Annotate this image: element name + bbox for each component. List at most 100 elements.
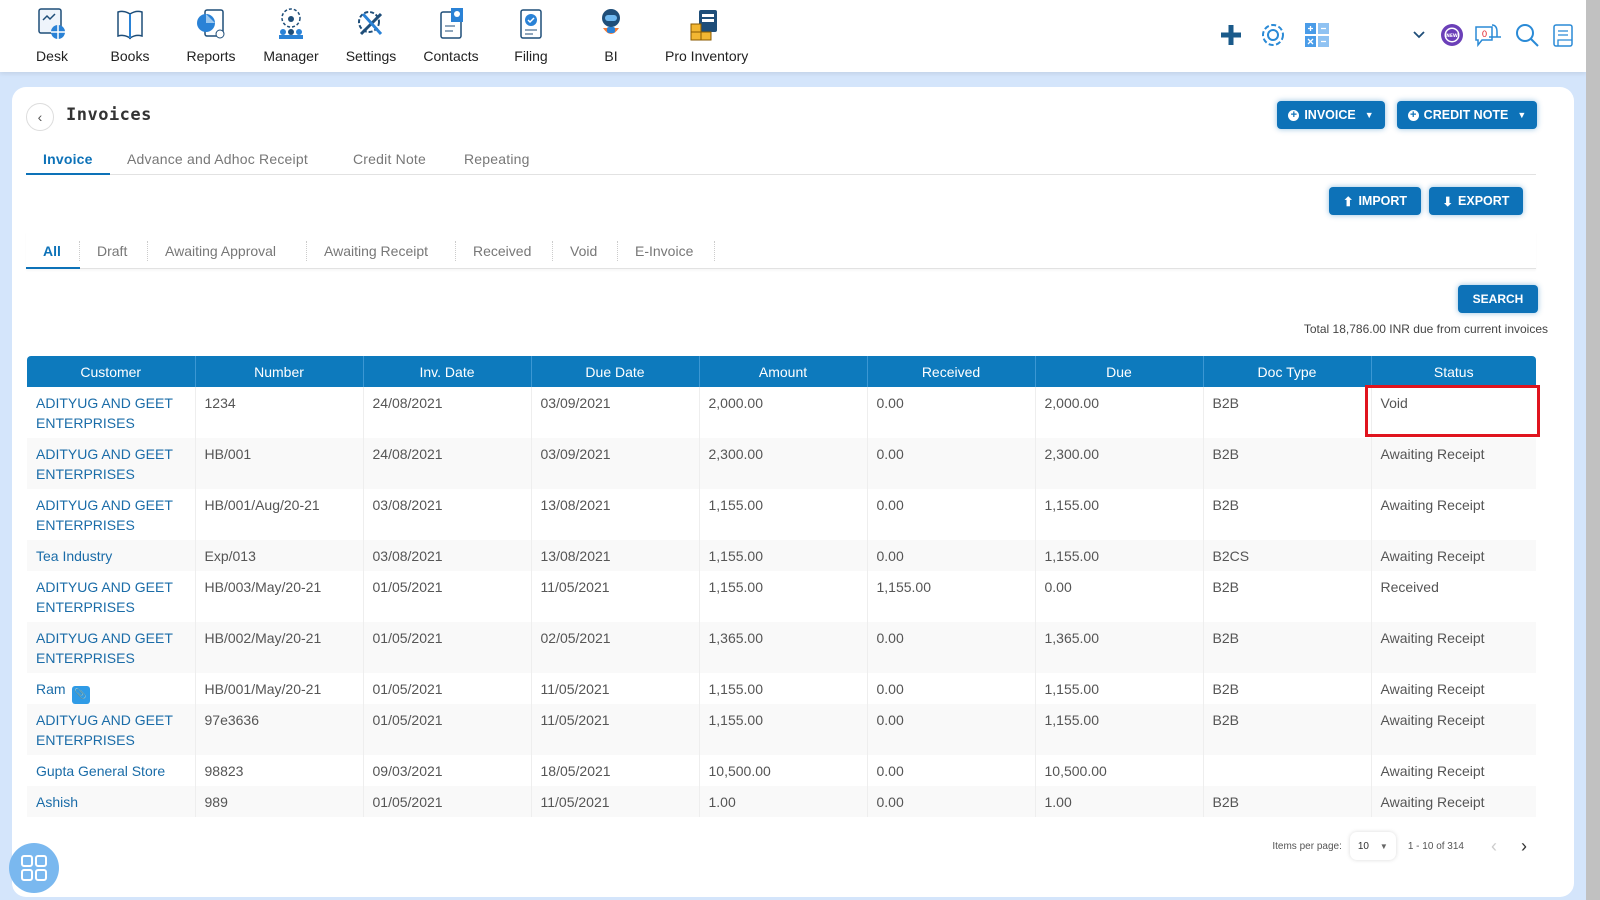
customer-link[interactable]: ADITYUG AND GEET ENTERPRISES [36,712,173,748]
export-button[interactable]: ⬇ EXPORT [1429,187,1523,215]
cell-due: 1,155.00 [1034,489,1203,540]
new-badge-icon[interactable]: NEW [1437,20,1467,50]
clipboard-icon[interactable] [1548,20,1578,50]
subtab-void[interactable]: Void [570,243,597,259]
divider [617,241,618,261]
divider [552,241,553,261]
nav-settings[interactable]: Settings [331,6,411,64]
cell-due: 1,155.00 [1034,673,1203,704]
customer-link[interactable]: ADITYUG AND GEET ENTERPRISES [36,630,173,666]
column-header-received[interactable]: Received [866,356,1035,387]
page-scrollbar[interactable] [1586,0,1600,900]
column-header-due[interactable]: Due [1034,356,1203,387]
subtab-all[interactable]: All [43,243,61,259]
customer-link[interactable]: Ram [36,681,66,697]
table-row[interactable]: Ashish 989 01/05/2021 11/05/2021 1.00 0.00 1.0… [27,786,1536,817]
cell-customer[interactable]: Ashish [27,786,195,817]
tab-invoice[interactable]: Invoice [43,151,93,167]
column-header-due-date[interactable]: Due Date [530,356,699,387]
subtab-received[interactable]: Received [473,243,531,259]
cell-customer[interactable]: ADITYUG AND GEET ENTERPRISES [27,387,195,438]
cell-received: 0.00 [866,438,1035,489]
customer-link[interactable]: Tea Industry [36,548,112,564]
new-credit-note-button[interactable]: + CREDIT NOTE ▼ [1397,101,1537,129]
cell-customer[interactable]: Gupta General Store [27,755,195,786]
previous-page-button[interactable]: ‹ [1484,836,1504,857]
cell-status: Awaiting Receipt [1370,755,1536,786]
cell-received: 0.00 [866,755,1035,786]
customer-link[interactable]: Ashish [36,794,78,810]
column-header-status[interactable]: Status [1370,356,1536,387]
table-row[interactable]: ADITYUG AND GEET ENTERPRISES 97e3636 01/05… [27,704,1536,755]
customer-link[interactable]: ADITYUG AND GEET ENTERPRISES [36,579,173,615]
invoices-table: Customer Number Inv. Date Due Date Amount Rec… [27,356,1536,817]
subtab-awaiting-approval[interactable]: Awaiting Approval [165,243,276,259]
tab-credit-note[interactable]: Credit Note [353,151,426,167]
subtab-draft[interactable]: Draft [97,243,127,259]
cell-due-date: 03/09/2021 [530,438,699,489]
pagination: Items per page: 10 ▼ 1 - 10 of 314 ‹ › [1272,831,1534,861]
new-invoice-button[interactable]: + INVOICE ▼ [1277,101,1385,129]
apps-menu-button[interactable] [9,843,59,893]
page-title: Invoices [66,105,152,125]
customer-link[interactable]: ADITYUG AND GEET ENTERPRISES [36,446,173,482]
cell-customer[interactable]: Ram 📎 [27,673,195,704]
nav-filing[interactable]: Filing [491,6,571,64]
nav-pro-inventory[interactable]: Pro Inventory [665,6,748,64]
gear-icon[interactable] [1258,20,1288,50]
back-button[interactable]: ‹ [26,103,54,131]
cell-customer[interactable]: ADITYUG AND GEET ENTERPRISES [27,704,195,755]
table-row[interactable]: ADITYUG AND GEET ENTERPRISES HB/003/May/2… [27,571,1536,622]
items-per-page-select[interactable]: 10 ▼ [1350,832,1396,860]
notification-icon[interactable]: 0 [1474,20,1504,50]
nav-bi[interactable]: BI [571,6,651,64]
chevron-down-icon[interactable] [1409,20,1429,50]
divider [714,241,715,261]
cell-status: Received [1370,571,1536,622]
table-row[interactable]: ADITYUG AND GEET ENTERPRISES HB/001/Aug/2… [27,489,1536,540]
caret-down-icon: ▼ [1517,110,1527,120]
search-icon[interactable] [1512,20,1542,50]
nav-desk[interactable]: Desk [12,6,92,64]
tab-advance-adhoc-receipt[interactable]: Advance and Adhoc Receipt [127,151,308,167]
import-button[interactable]: ⬆ IMPORT [1329,187,1421,215]
attachment-icon[interactable]: 📎 [71,686,90,704]
table-row[interactable]: ADITYUG AND GEET ENTERPRISES 1234 24/08/20… [27,387,1536,438]
subtab-e-invoice[interactable]: E-Invoice [635,243,693,259]
subtab-awaiting-receipt[interactable]: Awaiting Receipt [324,243,428,259]
caret-down-icon: ▼ [1364,110,1374,120]
customer-link[interactable]: ADITYUG AND GEET ENTERPRISES [36,395,173,431]
column-header-doc-type[interactable]: Doc Type [1202,356,1371,387]
nav-manager[interactable]: Manager [251,6,331,64]
nav-label: Desk [36,48,68,64]
customer-link[interactable]: ADITYUG AND GEET ENTERPRISES [36,497,173,533]
cell-status: Awaiting Receipt [1370,489,1536,540]
column-header-customer[interactable]: Customer [27,356,195,387]
table-row[interactable]: Ram 📎 HB/001/May/20-21 01/05/2021 11/05/2021… [27,673,1536,704]
table-row[interactable]: ADITYUG AND GEET ENTERPRISES HB/001 24/08/… [27,438,1536,489]
cell-customer[interactable]: ADITYUG AND GEET ENTERPRISES [27,571,195,622]
calculator-icon[interactable] [1302,20,1332,50]
next-page-button[interactable]: › [1514,836,1534,857]
divider [306,241,307,261]
cell-customer[interactable]: ADITYUG AND GEET ENTERPRISES [27,622,195,673]
cell-customer[interactable]: ADITYUG AND GEET ENTERPRISES [27,489,195,540]
column-header-inv-date[interactable]: Inv. Date [362,356,531,387]
cell-amount: 1,155.00 [698,540,867,571]
table-header-row: Customer Number Inv. Date Due Date Amount Rec… [27,356,1536,387]
cell-due: 1.00 [1034,786,1203,817]
table-row[interactable]: Tea Industry Exp/013 03/08/2021 13/08/2021 1… [27,540,1536,571]
table-row[interactable]: ADITYUG AND GEET ENTERPRISES HB/002/May/2… [27,622,1536,673]
search-button[interactable]: SEARCH [1458,285,1538,313]
tab-repeating[interactable]: Repeating [464,151,530,167]
column-header-number[interactable]: Number [194,356,363,387]
cell-customer[interactable]: Tea Industry [27,540,195,571]
nav-books[interactable]: Books [90,6,170,64]
customer-link[interactable]: Gupta General Store [36,763,165,779]
cell-customer[interactable]: ADITYUG AND GEET ENTERPRISES [27,438,195,489]
table-row[interactable]: Gupta General Store 98823 09/03/2021 18/05/… [27,755,1536,786]
nav-contacts[interactable]: Contacts [411,6,491,64]
plus-icon[interactable] [1216,20,1246,50]
nav-reports[interactable]: Reports [171,6,251,64]
column-header-amount[interactable]: Amount [698,356,867,387]
